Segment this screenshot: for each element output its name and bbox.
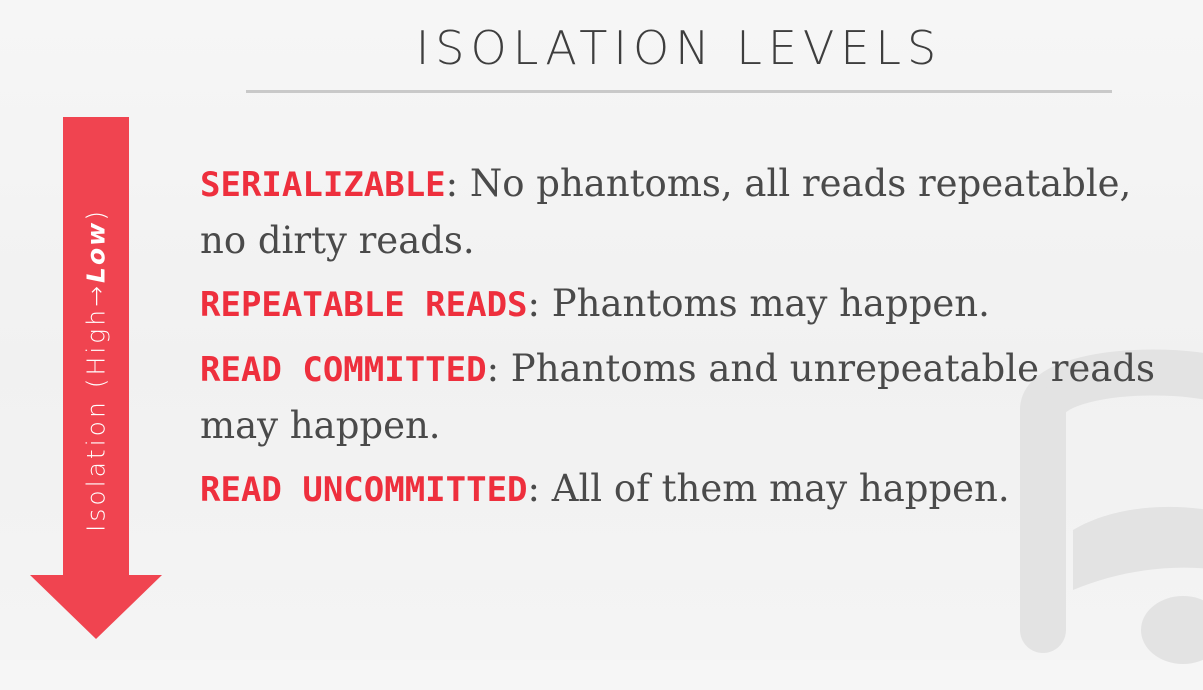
level-read-committed: READ COMMITTED: Phantoms and unrepeatabl… [200,341,1180,453]
arrow-label-suffix: ) [81,207,111,221]
isolation-levels-list: SERIALIZABLE: No phantoms, all reads rep… [200,156,1180,526]
level-name: READ UNCOMMITTED [200,470,528,510]
level-separator: : [486,347,500,390]
title-divider [246,90,1112,93]
level-name: REPEATABLE READS [200,285,528,325]
level-separator: : [527,282,540,325]
level-serializable: SERIALIZABLE: No phantoms, all reads rep… [200,156,1180,268]
level-repeatable-reads: REPEATABLE READS: Phantoms may happen. [200,276,1180,333]
level-separator: : [527,467,540,510]
slide-title: ISOLATION LEVELS [415,21,943,75]
arrow-label: Isolation (High→Low) [82,208,111,532]
level-read-uncommitted: READ UNCOMMITTED: All of them may happen… [200,461,1180,518]
arrow-head-icon [30,575,162,639]
arrow-label-arrow-icon: → [81,282,111,307]
level-separator: : [445,162,459,205]
arrow-label-low: Low [81,220,111,283]
level-description: Phantoms may happen. [539,282,990,325]
level-name: SERIALIZABLE [200,165,446,205]
arrow-label-prefix: Isolation (High [81,306,111,533]
level-name: READ COMMITTED [200,350,487,390]
level-description: All of them may happen. [539,467,1010,510]
